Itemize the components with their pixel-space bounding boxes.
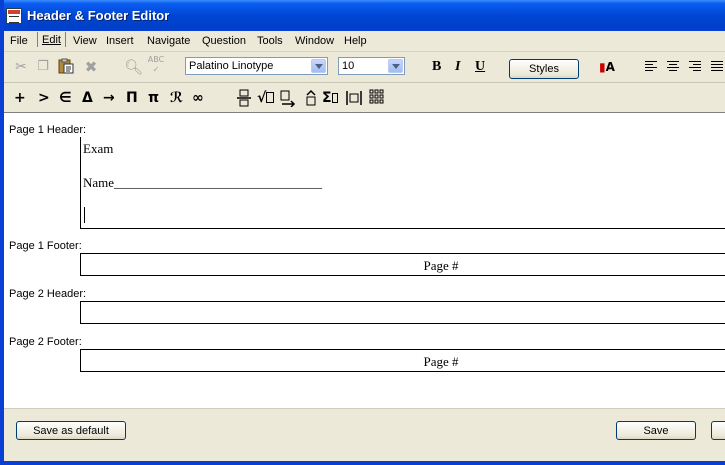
font-name-dropdown-icon[interactable] — [311, 59, 326, 73]
font-size-select[interactable]: 10 — [338, 57, 405, 75]
save-as-default-button[interactable]: Save as default — [16, 421, 126, 440]
menu-navigate[interactable]: Navigate — [147, 35, 190, 47]
menu-insert[interactable]: Insert — [106, 35, 134, 47]
matrix-template-icon[interactable] — [368, 89, 386, 107]
menu-window[interactable]: Window — [295, 35, 334, 47]
align-center-icon[interactable] — [667, 61, 679, 72]
spellcheck-label: ABC — [147, 55, 165, 64]
page1-header-line2: Name________________________________ — [83, 175, 323, 190]
font-name-value: Palatino Linotype — [189, 60, 274, 72]
formatting-toolbar: ✂ ❐ ✖ 🔍︎ ABC ✓ Palatino Linotype 10 B I U… — [4, 52, 725, 82]
bold-button[interactable]: B — [432, 59, 441, 75]
page2-footer-text: Page # — [423, 354, 459, 369]
accent-template-icon[interactable] — [302, 89, 320, 107]
align-right-icon[interactable] — [689, 61, 701, 72]
window-title: Header & Footer Editor — [27, 8, 170, 23]
align-left-icon[interactable] — [645, 61, 657, 72]
subscript-template-icon[interactable] — [280, 89, 298, 108]
cut-icon[interactable]: ✂ — [12, 58, 30, 76]
text-caret — [84, 207, 85, 223]
cancel-button[interactable] — [711, 421, 725, 440]
menu-bar: File Edit View Insert Navigate Question … — [4, 31, 725, 52]
page1-header-label: Page 1 Header: — [9, 124, 87, 136]
underline-button[interactable]: U — [475, 59, 485, 75]
page2-header-box[interactable] — [80, 301, 725, 324]
delete-icon[interactable]: ✖ — [82, 58, 100, 76]
save-button[interactable]: Save — [616, 421, 696, 440]
editor-area: Page 1 Header: Exam Name________________… — [4, 112, 725, 409]
infinity-symbol-button[interactable]: ∞ — [192, 89, 204, 107]
text-color-icon[interactable]: ▮A — [598, 58, 616, 76]
title-bar[interactable]: Header & Footer Editor — [4, 0, 725, 31]
element-of-symbol-button[interactable]: ∈ — [59, 89, 72, 107]
page1-footer-box[interactable]: Page # — [80, 253, 725, 276]
menu-edit[interactable]: Edit — [37, 32, 66, 47]
page2-header-label: Page 2 Header: — [9, 288, 87, 300]
editor-window: Header & Footer Editor File Edit View In… — [0, 0, 725, 465]
symbol-toolbar: + > ∈ Δ → Π π ℛ ∞ √ Σ — [4, 84, 725, 112]
menu-question[interactable]: Question — [202, 35, 246, 47]
greater-than-symbol-button[interactable]: > — [38, 89, 50, 107]
font-name-select[interactable]: Palatino Linotype — [185, 57, 328, 75]
app-icon — [6, 8, 22, 24]
fraction-template-icon[interactable] — [235, 89, 253, 107]
real-symbol-button[interactable]: ℛ — [170, 89, 183, 107]
menu-file[interactable]: File — [10, 35, 28, 47]
text-color-label: A — [605, 60, 615, 74]
bracket-template-icon[interactable] — [345, 89, 363, 107]
delta-symbol-button[interactable]: Δ — [82, 89, 93, 107]
radical-label: √ — [257, 90, 267, 106]
align-justify-icon[interactable] — [711, 61, 723, 72]
page2-footer-box[interactable]: Page # — [80, 349, 725, 372]
italic-button[interactable]: I — [455, 59, 460, 75]
page1-header-line1: Exam — [83, 141, 114, 156]
spellcheck-icon[interactable]: ABC ✓ — [146, 55, 166, 74]
find-icon[interactable]: 🔍︎ — [124, 58, 143, 76]
font-size-value: 10 — [342, 60, 355, 72]
font-size-dropdown-icon[interactable] — [388, 59, 403, 73]
paste-icon[interactable] — [57, 58, 75, 76]
pi-product-symbol-button[interactable]: Π — [126, 89, 138, 107]
plus-symbol-button[interactable]: + — [14, 89, 26, 107]
page1-footer-label: Page 1 Footer: — [9, 240, 82, 252]
menu-help[interactable]: Help — [344, 35, 367, 47]
page1-footer-text: Page # — [423, 258, 459, 273]
styles-button[interactable]: Styles — [509, 59, 579, 79]
page2-footer-label: Page 2 Footer: — [9, 336, 82, 348]
radical-template-button[interactable]: √ — [257, 89, 275, 107]
pi-symbol-button[interactable]: π — [148, 89, 159, 107]
summation-label: Σ — [322, 90, 332, 106]
menu-tools[interactable]: Tools — [257, 35, 283, 47]
copy-icon[interactable]: ❐ — [34, 58, 52, 76]
arrow-symbol-button[interactable]: → — [103, 89, 115, 107]
summation-template-button[interactable]: Σ — [322, 89, 338, 107]
button-bar: Save as default Save — [4, 408, 725, 461]
menu-view[interactable]: View — [73, 35, 97, 47]
page1-header-box[interactable]: Exam Name_______________________________… — [80, 137, 725, 229]
